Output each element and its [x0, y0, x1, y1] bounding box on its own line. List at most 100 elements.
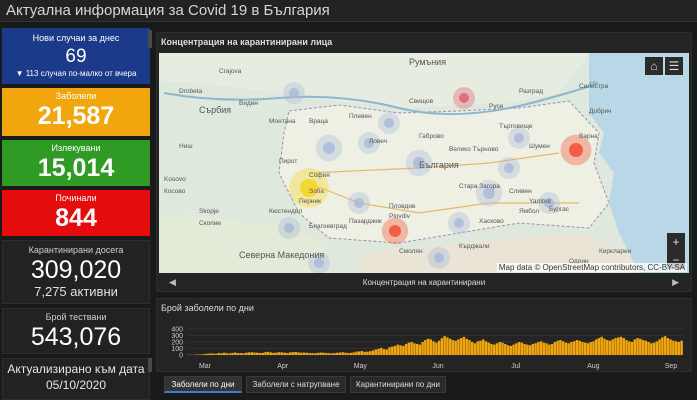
- daily-cases-bar[interactable]: [636, 338, 639, 355]
- daily-cases-bar[interactable]: [440, 338, 444, 355]
- daily-cases-bar[interactable]: [680, 340, 683, 355]
- daily-cases-bar[interactable]: [258, 352, 262, 355]
- daily-cases-bar[interactable]: [371, 350, 375, 355]
- daily-cases-bar[interactable]: [619, 336, 623, 355]
- daily-cases-bar[interactable]: [559, 340, 562, 355]
- daily-cases-bar[interactable]: [242, 353, 245, 355]
- daily-cases-bar[interactable]: [605, 340, 609, 355]
- daily-cases-bar[interactable]: [553, 342, 557, 355]
- daily-cases-bar[interactable]: [247, 352, 251, 355]
- daily-cases-bar[interactable]: [628, 341, 631, 355]
- daily-cases-bar[interactable]: [481, 339, 485, 355]
- daily-cases-bar[interactable]: [316, 352, 320, 355]
- updated-scrollbar[interactable]: [148, 358, 152, 372]
- daily-cases-bar[interactable]: [490, 343, 493, 355]
- daily-cases-bar[interactable]: [611, 339, 614, 355]
- daily-cases-bar[interactable]: [506, 345, 510, 355]
- daily-cases-bar[interactable]: [644, 340, 648, 355]
- daily-cases-bar[interactable]: [380, 347, 383, 355]
- daily-cases-bar[interactable]: [211, 353, 215, 355]
- daily-cases-bar[interactable]: [214, 353, 218, 355]
- daily-cases-bar[interactable]: [239, 353, 242, 355]
- daily-cases-bar[interactable]: [457, 339, 460, 355]
- daily-cases-bar[interactable]: [586, 343, 590, 355]
- daily-cases-bar[interactable]: [669, 339, 672, 355]
- daily-cases-bar[interactable]: [435, 342, 438, 355]
- daily-cases-bar[interactable]: [443, 336, 446, 355]
- daily-cases-bar[interactable]: [501, 342, 504, 355]
- daily-cases-bar[interactable]: [209, 353, 212, 355]
- daily-cases-bar[interactable]: [220, 353, 223, 355]
- daily-cases-bar[interactable]: [550, 343, 554, 355]
- daily-cases-bar[interactable]: [476, 341, 479, 355]
- daily-cases-bar[interactable]: [286, 353, 289, 355]
- tab-quarantined-per-day[interactable]: Карантинирани по дни: [350, 376, 446, 393]
- daily-cases-bar[interactable]: [264, 352, 267, 355]
- tab-cases-cumulative[interactable]: Заболели с натрупване: [246, 376, 346, 393]
- daily-cases-bar[interactable]: [661, 337, 664, 355]
- daily-cases-bar[interactable]: [297, 352, 300, 355]
- daily-cases-bar[interactable]: [432, 341, 435, 355]
- next-arrow-icon[interactable]: ▶: [672, 277, 679, 288]
- daily-cases-bar[interactable]: [363, 351, 366, 355]
- daily-cases-bar[interactable]: [291, 352, 295, 355]
- daily-cases-bar[interactable]: [548, 344, 551, 355]
- daily-cases-bar[interactable]: [663, 336, 667, 355]
- daily-cases-bar[interactable]: [283, 352, 287, 355]
- daily-cases-bar[interactable]: [418, 344, 422, 355]
- daily-cases-bar[interactable]: [352, 352, 355, 355]
- daily-cases-bar[interactable]: [404, 343, 408, 355]
- daily-cases-bar[interactable]: [515, 343, 518, 355]
- legend-list-button[interactable]: ☰: [665, 57, 683, 75]
- daily-cases-bar[interactable]: [421, 342, 424, 355]
- daily-cases-bar[interactable]: [369, 351, 372, 355]
- daily-cases-bar[interactable]: [413, 343, 416, 355]
- daily-cases-bar[interactable]: [415, 343, 419, 355]
- daily-cases-bar[interactable]: [564, 342, 568, 355]
- daily-cases-bar[interactable]: [622, 338, 625, 355]
- daily-cases-bar[interactable]: [272, 352, 276, 355]
- daily-cases-bar[interactable]: [556, 340, 559, 355]
- daily-cases-bar[interactable]: [300, 352, 303, 355]
- daily-cases-bar[interactable]: [448, 338, 452, 355]
- daily-cases-bar[interactable]: [253, 352, 256, 355]
- daily-cases-bar[interactable]: [528, 345, 532, 355]
- daily-cases-bar[interactable]: [630, 342, 634, 355]
- daily-cases-bar[interactable]: [509, 345, 513, 355]
- daily-cases-bar[interactable]: [236, 353, 240, 355]
- daily-cases-bar[interactable]: [633, 339, 637, 355]
- daily-cases-bar[interactable]: [333, 353, 336, 355]
- daily-cases-bar[interactable]: [592, 341, 595, 355]
- daily-cases-bar[interactable]: [222, 352, 226, 355]
- daily-cases-bar[interactable]: [385, 349, 389, 355]
- daily-cases-bar[interactable]: [217, 353, 220, 355]
- daily-cases-bar[interactable]: [267, 351, 270, 355]
- daily-cases-bar[interactable]: [269, 352, 273, 355]
- daily-cases-bar[interactable]: [256, 352, 259, 355]
- daily-cases-bar[interactable]: [484, 341, 488, 355]
- daily-cases-bar[interactable]: [402, 345, 405, 355]
- daily-cases-bar[interactable]: [523, 343, 526, 355]
- daily-cases-bar[interactable]: [346, 353, 350, 355]
- daily-cases-bar[interactable]: [575, 340, 579, 355]
- daily-cases-bar[interactable]: [382, 349, 386, 355]
- daily-cases-bar[interactable]: [594, 339, 598, 355]
- daily-cases-bar[interactable]: [344, 352, 347, 355]
- daily-cases-bar[interactable]: [446, 337, 449, 355]
- daily-cases-bar[interactable]: [647, 342, 650, 355]
- daily-cases-bar[interactable]: [426, 338, 430, 355]
- daily-cases-bar[interactable]: [338, 352, 342, 355]
- daily-cases-bar[interactable]: [677, 342, 681, 355]
- daily-cases-bar[interactable]: [581, 342, 584, 355]
- daily-cases-bar[interactable]: [650, 343, 653, 355]
- daily-cases-bar[interactable]: [578, 340, 581, 355]
- daily-cases-bar[interactable]: [487, 342, 490, 355]
- daily-cases-bar[interactable]: [410, 342, 413, 355]
- daily-cases-bar[interactable]: [206, 353, 209, 355]
- daily-cases-bar[interactable]: [294, 352, 298, 355]
- daily-cases-bar[interactable]: [366, 351, 369, 355]
- daily-cases-bar[interactable]: [597, 338, 601, 355]
- daily-cases-bar[interactable]: [377, 348, 380, 355]
- daily-cases-bar[interactable]: [324, 353, 328, 355]
- daily-cases-bar[interactable]: [545, 343, 548, 355]
